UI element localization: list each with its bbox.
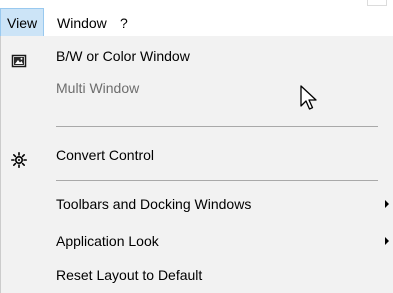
menu-item-application-look[interactable]: Application Look [1, 225, 393, 257]
submenu-arrow-icon [385, 200, 389, 208]
menu-item-label: Convert Control [56, 147, 155, 163]
menu-item-label: B/W or Color Window [56, 48, 190, 64]
menu-item-toolbars-docking[interactable]: Toolbars and Docking Windows [1, 188, 393, 220]
menu-item-label: Toolbars and Docking Windows [56, 196, 252, 212]
menu-view[interactable]: View [0, 8, 45, 36]
menu-item-multi-window: Multi Window [1, 72, 393, 104]
menu-item-reset-layout[interactable]: Reset Layout to Default [1, 259, 393, 291]
arrow-cursor-icon [299, 84, 319, 112]
menu-item-bw-color-window[interactable]: B/W or Color Window [1, 40, 393, 72]
menu-item-label: Application Look [56, 233, 159, 249]
app-window: View Window ? B/W or Color Window Multi … [0, 0, 393, 293]
menu-item-label: Multi Window [56, 80, 140, 96]
submenu-arrow-icon [385, 237, 389, 245]
menu-item-convert-control[interactable]: Convert Control [1, 139, 393, 171]
window-edge-frame [367, 0, 387, 6]
menu-bar: View Window ? [0, 0, 393, 37]
menu-separator [56, 180, 378, 181]
convert-control-icon [11, 147, 27, 168]
menu-help[interactable]: ? [114, 9, 134, 37]
bw-color-window-icon [11, 48, 27, 68]
view-dropdown-menu: B/W or Color Window Multi Window Convert… [0, 36, 393, 293]
menu-separator [56, 126, 378, 127]
menu-window[interactable]: Window [51, 9, 113, 37]
menu-item-label: Reset Layout to Default [56, 267, 203, 283]
